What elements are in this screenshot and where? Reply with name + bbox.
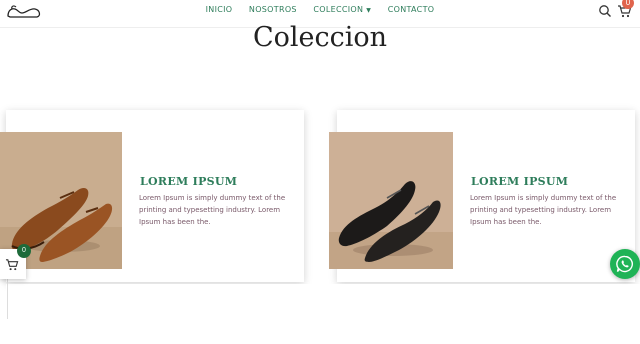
next-section-panel — [6, 284, 640, 344]
divider — [7, 279, 8, 319]
search-icon[interactable] — [598, 4, 612, 18]
product-image-black-shoes[interactable] — [329, 132, 453, 269]
product-card[interactable]: LOREM IPSUM Lorem Ipsum is simply dummy … — [329, 110, 635, 282]
product-description: Lorem Ipsum is simply dummy text of the … — [470, 194, 617, 226]
whatsapp-icon — [616, 255, 633, 273]
nav-inicio[interactable]: INICIO — [206, 5, 233, 14]
nav-coleccion-label: COLECCION — [313, 5, 364, 14]
cart-icon — [5, 259, 19, 271]
product-card[interactable]: LOREM IPSUM Lorem Ipsum is simply dummy … — [0, 110, 304, 282]
floating-cart-count: 0 — [17, 244, 31, 258]
product-title: LOREM IPSUM — [471, 175, 569, 188]
chevron-down-icon: ▼ — [366, 7, 372, 14]
whatsapp-button[interactable] — [610, 249, 640, 279]
nav-contacto[interactable]: CONTACTO — [388, 5, 435, 14]
page-title: Coleccion — [252, 22, 388, 53]
main-nav: INICIO NOSOTROS COLECCION ▼ CONTACTO — [0, 5, 640, 14]
nav-nosotros[interactable]: NOSOTROS — [249, 5, 297, 14]
product-title: LOREM IPSUM — [140, 175, 238, 188]
product-description: Lorem Ipsum is simply dummy text of the … — [139, 194, 286, 226]
nav-coleccion[interactable]: COLECCION ▼ — [313, 5, 371, 14]
